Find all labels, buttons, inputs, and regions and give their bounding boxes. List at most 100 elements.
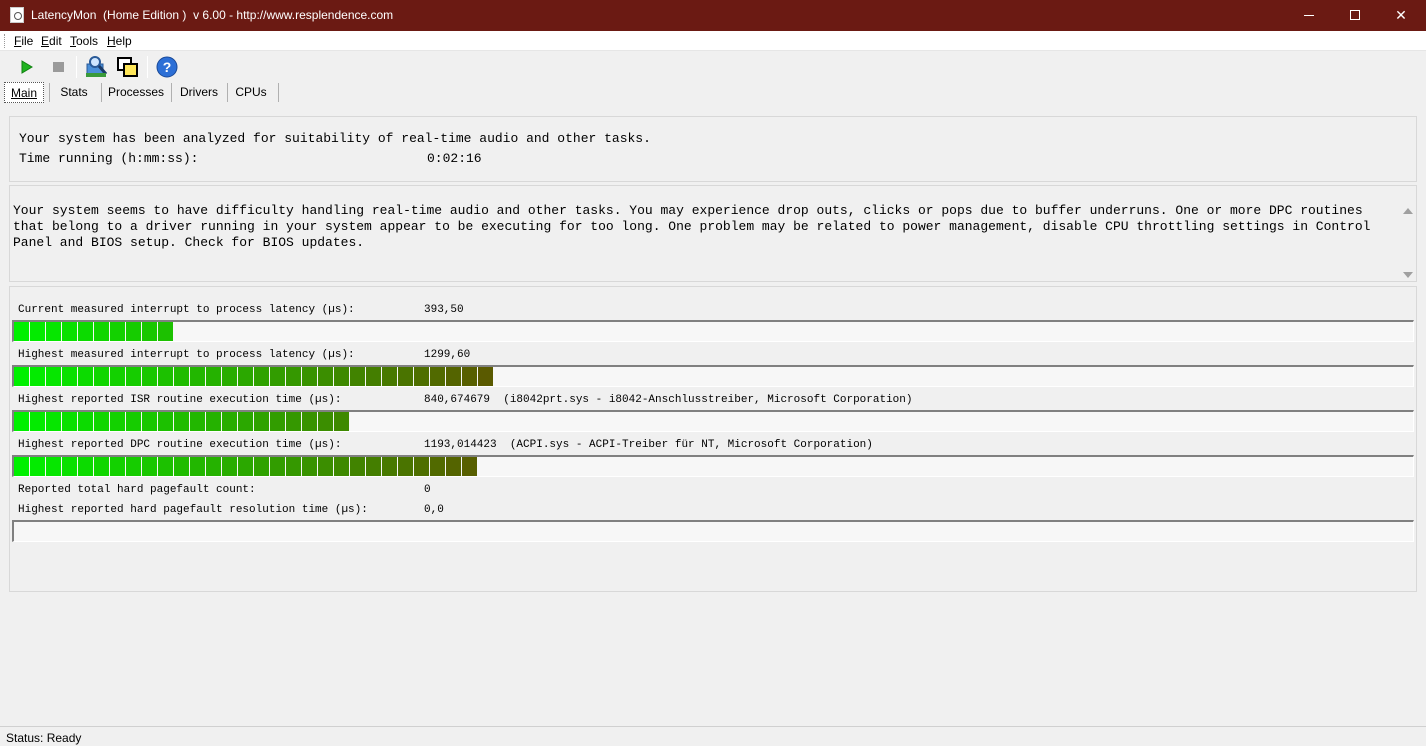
bar-segment (350, 367, 365, 386)
tab-cpus[interactable]: CPUs (229, 82, 273, 103)
bar-segment (30, 457, 45, 476)
bar-segment (238, 457, 253, 476)
windows-button[interactable] (116, 55, 140, 79)
tab-drivers[interactable]: Drivers (173, 82, 225, 103)
menu-edit[interactable]: Edit (41, 34, 62, 48)
tab-separator (278, 83, 279, 102)
bar-segment (190, 367, 205, 386)
bar-segment (94, 412, 109, 431)
time-running-value: 0:02:16 (427, 151, 482, 166)
bar-segment (46, 367, 61, 386)
bar-segment (158, 367, 173, 386)
scroll-down-icon[interactable] (1403, 272, 1413, 278)
dpc-time-value: 1193,014423 (ACPI.sys - ACPI-Treiber für… (424, 439, 873, 451)
dpc-time-fill (14, 457, 478, 476)
app-icon (10, 7, 24, 23)
bar-segment (30, 412, 45, 431)
analyze-button[interactable] (84, 55, 108, 79)
bar-segment (398, 367, 413, 386)
pagefault-count-label: Reported total hard pagefault count: (18, 484, 256, 496)
bar-segment (286, 367, 301, 386)
tab-separator (227, 83, 228, 102)
bar-segment (158, 457, 173, 476)
bar-segment (206, 457, 221, 476)
menu-file[interactable]: File (14, 34, 33, 48)
menu-help[interactable]: Help (107, 34, 132, 48)
bar-segment (414, 367, 429, 386)
pagefault-time-bar (12, 520, 1414, 542)
tab-processes[interactable]: Processes (103, 82, 169, 103)
bar-segment (302, 412, 317, 431)
bar-segment (190, 457, 205, 476)
bar-segment (462, 457, 477, 476)
minimize-button[interactable] (1286, 0, 1332, 31)
svg-text:?: ? (163, 59, 172, 75)
window-title: LatencyMon (Home Edition ) v 6.00 - http… (31, 8, 394, 22)
bar-segment (366, 457, 381, 476)
bar-segment (158, 322, 173, 341)
bar-segment (398, 457, 413, 476)
bar-segment (142, 412, 157, 431)
bar-segment (270, 367, 285, 386)
play-icon (21, 60, 33, 74)
bar-segment (302, 367, 317, 386)
minimize-icon (1304, 15, 1314, 16)
bar-segment (46, 322, 61, 341)
time-running-label: Time running (h:mm:ss): (19, 151, 199, 166)
bar-segment (14, 367, 29, 386)
status-text: Status: Ready (6, 731, 82, 745)
bar-segment (190, 412, 205, 431)
bar-segment (446, 457, 461, 476)
menu-tools[interactable]: Tools (70, 34, 98, 48)
bar-segment (270, 412, 285, 431)
bar-segment (14, 322, 29, 341)
conclusion-panel: Your system seems to have difficulty han… (9, 185, 1417, 282)
bar-segment (254, 457, 269, 476)
bar-segment (366, 367, 381, 386)
bar-segment (334, 457, 349, 476)
bar-segment (94, 322, 109, 341)
current-latency-value: 393,50 (424, 304, 464, 316)
bar-segment (302, 457, 317, 476)
menu-bar: File Edit Tools Help (0, 31, 1426, 51)
start-button[interactable] (14, 55, 38, 79)
bar-segment (222, 367, 237, 386)
bar-segment (430, 457, 445, 476)
bar-segment (222, 457, 237, 476)
bar-segment (110, 457, 125, 476)
highest-latency-fill (14, 367, 494, 386)
close-icon: ✕ (1395, 7, 1407, 23)
bar-segment (62, 367, 77, 386)
stop-button[interactable] (46, 55, 70, 79)
scroll-up-icon[interactable] (1403, 208, 1413, 214)
bar-segment (110, 367, 125, 386)
bar-segment (318, 412, 333, 431)
bar-segment (254, 367, 269, 386)
current-latency-bar (12, 320, 1414, 342)
bar-segment (78, 367, 93, 386)
bar-segment (334, 412, 349, 431)
tab-stats[interactable]: Stats (51, 82, 97, 103)
bar-segment (158, 412, 173, 431)
bar-segment (206, 412, 221, 431)
bar-segment (222, 412, 237, 431)
close-button[interactable]: ✕ (1378, 0, 1424, 31)
maximize-button[interactable] (1332, 0, 1378, 31)
bar-segment (430, 367, 445, 386)
dpc-time-label: Highest reported DPC routine execution t… (18, 439, 342, 451)
isr-time-fill (14, 412, 350, 431)
bar-segment (254, 412, 269, 431)
bar-segment (30, 322, 45, 341)
conclusion-text: Your system seems to have difficulty han… (13, 203, 1371, 250)
bar-segment (318, 367, 333, 386)
help-button[interactable]: ? (155, 55, 179, 79)
highest-latency-label: Highest measured interrupt to process la… (18, 349, 355, 361)
tab-main[interactable]: Main (4, 82, 44, 103)
title-bar: LatencyMon (Home Edition ) v 6.00 - http… (0, 0, 1426, 31)
highest-latency-value: 1299,60 (424, 349, 471, 361)
bar-segment (478, 367, 493, 386)
bar-segment (142, 457, 157, 476)
bar-segment (78, 322, 93, 341)
bar-segment (350, 457, 365, 476)
stats-panel: Current measured interrupt to process la… (9, 286, 1417, 592)
